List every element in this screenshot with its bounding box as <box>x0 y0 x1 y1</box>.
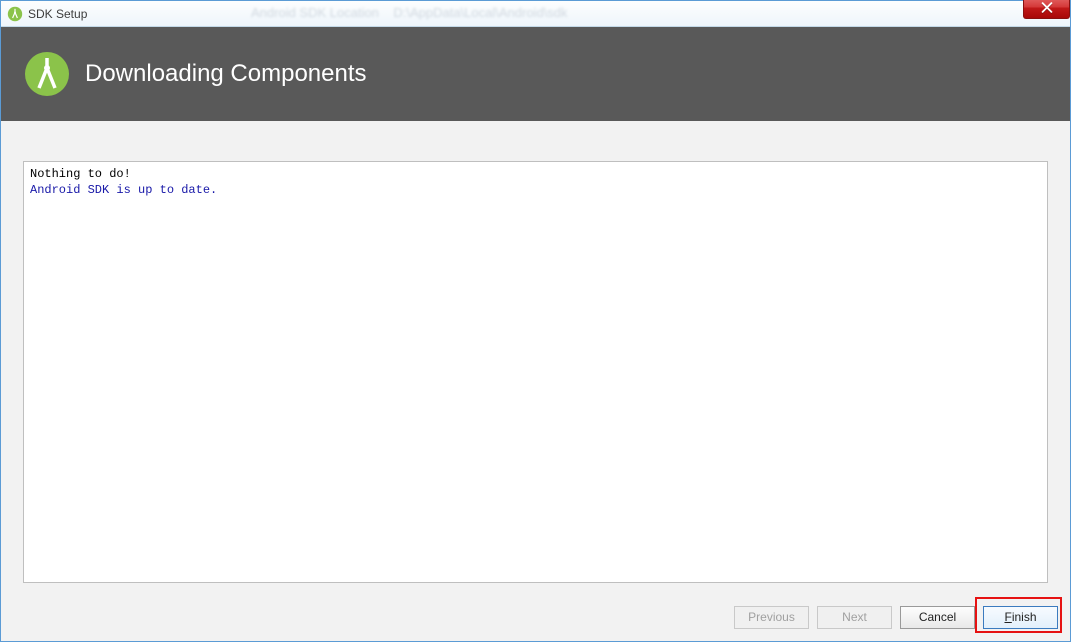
header-banner: Downloading Components <box>1 27 1070 121</box>
main-area: Nothing to do!Android SDK is up to date. <box>1 121 1070 593</box>
log-line: Nothing to do! <box>30 166 1041 182</box>
next-button: Next <box>817 606 892 629</box>
android-studio-icon <box>7 6 23 22</box>
close-button[interactable] <box>1023 0 1070 19</box>
close-icon <box>1041 2 1053 13</box>
background-blur-text: Android SDK Location D:\AppData\Local\An… <box>251 5 568 20</box>
previous-button: Previous <box>734 606 809 629</box>
android-studio-logo <box>23 50 71 98</box>
content-area: Downloading Components Nothing to do!And… <box>1 27 1070 641</box>
footer-buttons: Previous Next Cancel Finish <box>1 593 1070 641</box>
page-title: Downloading Components <box>85 60 367 88</box>
window-title: SDK Setup <box>28 7 87 21</box>
log-line: Android SDK is up to date. <box>30 182 1041 198</box>
finish-button[interactable]: Finish <box>983 606 1058 629</box>
cancel-button[interactable]: Cancel <box>900 606 975 629</box>
sdk-setup-window: SDK Setup Android SDK Location D:\AppDat… <box>0 0 1071 642</box>
log-output[interactable]: Nothing to do!Android SDK is up to date. <box>23 161 1048 583</box>
titlebar: SDK Setup Android SDK Location D:\AppDat… <box>1 1 1070 27</box>
